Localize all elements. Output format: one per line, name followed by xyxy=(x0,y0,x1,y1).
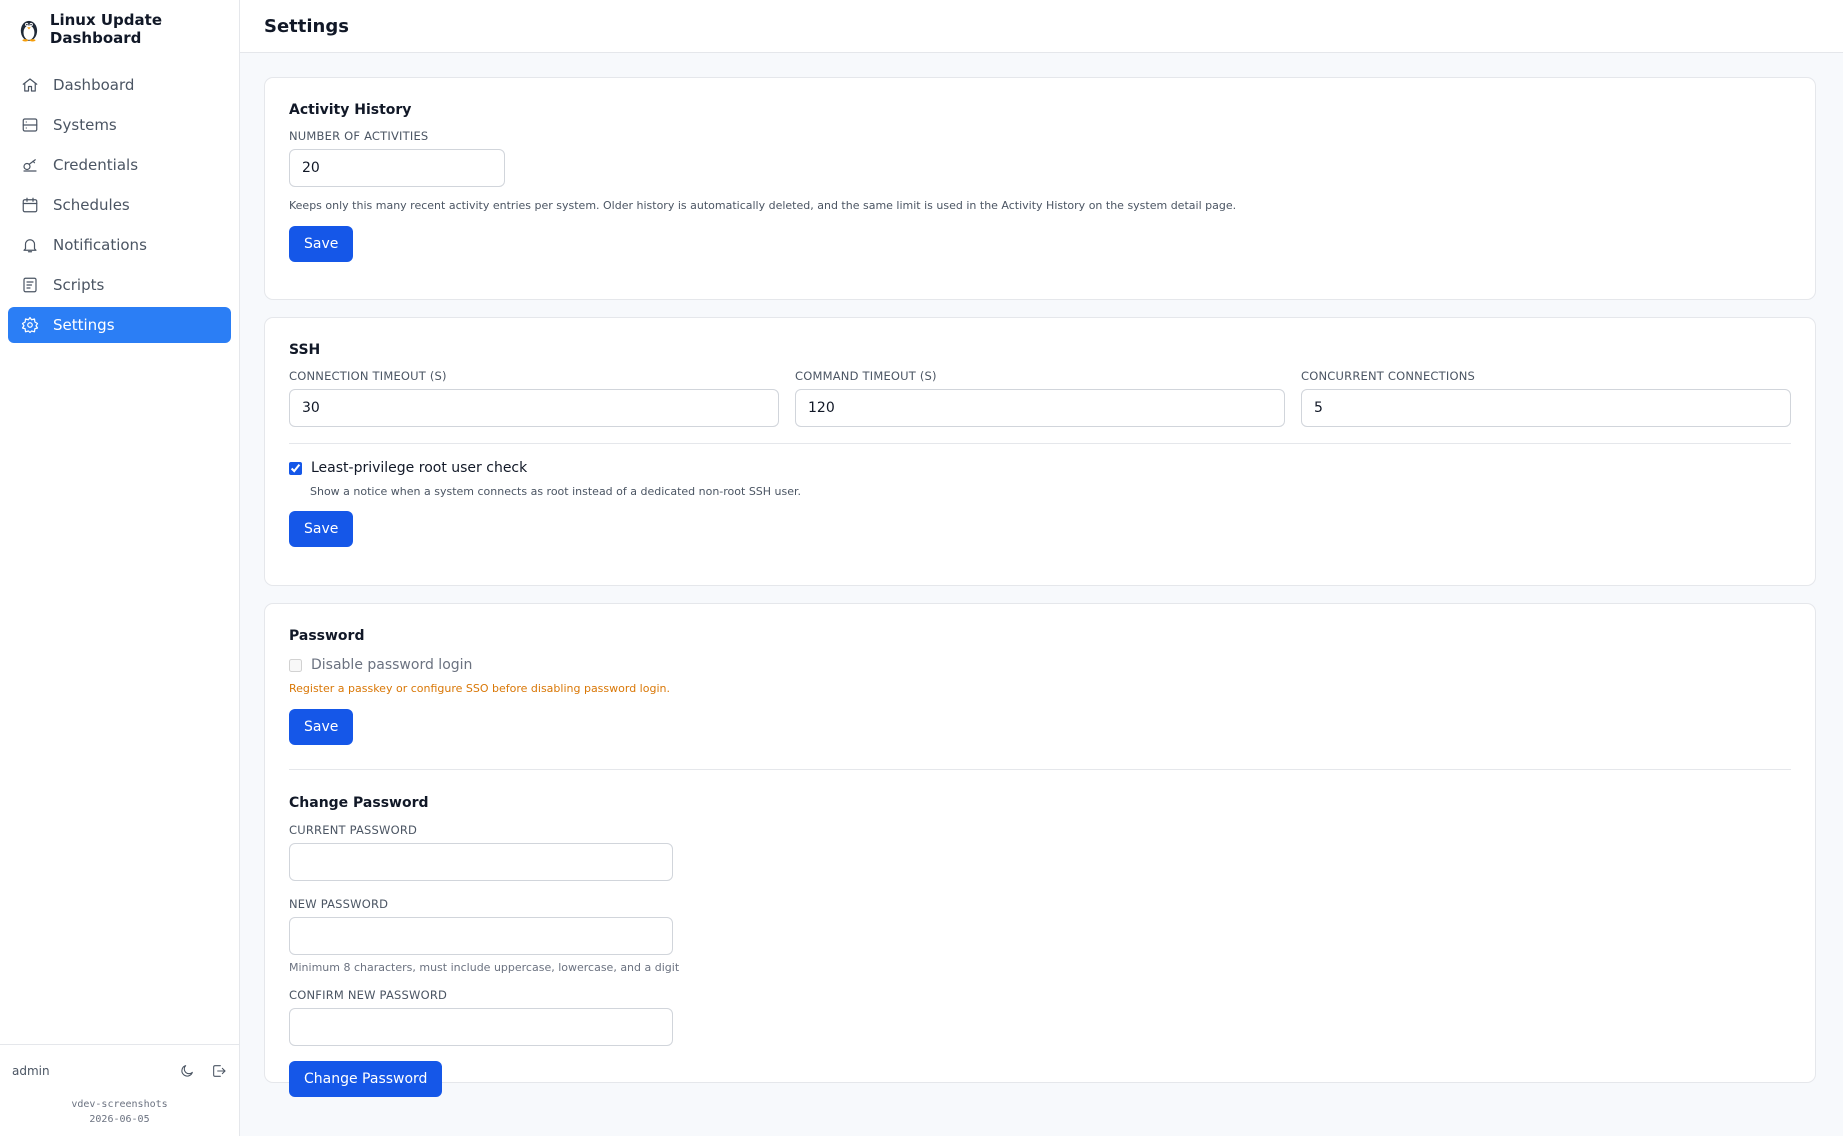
new-password-label: NEW PASSWORD xyxy=(289,897,389,911)
password-warning: Register a passkey or configure SSO befo… xyxy=(289,682,670,695)
bell-icon xyxy=(23,239,37,253)
activity-history-title: Activity History xyxy=(289,102,412,118)
concurrent-connections-label: CONCURRENT CONNECTIONS xyxy=(1301,369,1476,383)
change-password-title: Change Password xyxy=(289,795,429,811)
ssh-divider xyxy=(289,443,1791,444)
disable-password-row: Disable password login xyxy=(289,657,1791,673)
disable-password-checkbox[interactable] xyxy=(289,658,302,672)
sidebar-item-label: Notifications xyxy=(53,236,147,254)
settings-content: Activity History NUMBER OF ACTIVITIES Ke… xyxy=(264,77,1816,1100)
sidebar-item-credentials[interactable]: Credentials xyxy=(8,147,231,183)
app-title: Linux Update Dashboard xyxy=(49,11,162,47)
activity-count-label: NUMBER OF ACTIVITIES xyxy=(289,129,429,143)
username: admin xyxy=(12,1064,50,1078)
confirm-password-input[interactable] xyxy=(289,1008,673,1046)
change-password-button[interactable]: Change Password xyxy=(289,1061,443,1097)
sidebar-item-scripts[interactable]: Scripts xyxy=(8,267,231,303)
ssh-title: SSH xyxy=(289,342,321,358)
root-check-row: Least-privilege root user check xyxy=(289,460,1791,476)
sidebar-item-notifications[interactable]: Notifications xyxy=(8,227,231,263)
password-title: Password xyxy=(289,628,365,644)
user-row: admin xyxy=(0,1045,239,1097)
sidebar-item-label: Schedules xyxy=(53,196,130,214)
concurrent-connections-input[interactable] xyxy=(1301,389,1791,427)
calendar-icon xyxy=(22,197,38,213)
gear-icon xyxy=(21,316,39,334)
sidebar-item-systems[interactable]: Systems xyxy=(8,107,231,143)
connection-timeout-input[interactable] xyxy=(289,389,779,427)
current-password-label: CURRENT PASSWORD xyxy=(289,823,418,837)
home-icon xyxy=(22,78,38,92)
new-password-hint: Minimum 8 characters, must include upper… xyxy=(289,961,680,974)
new-password-input[interactable] xyxy=(289,917,673,955)
activity-save-button[interactable]: Save xyxy=(289,226,354,262)
build-name: vdev-screenshots xyxy=(71,1099,168,1110)
password-divider xyxy=(289,769,1791,770)
confirm-password-label: CONFIRM NEW PASSWORD xyxy=(289,988,448,1002)
topbar: Settings xyxy=(240,0,1843,53)
server-icon xyxy=(22,118,38,132)
password-card: Password Disable password login Register… xyxy=(264,603,1816,1097)
root-check-checkbox[interactable] xyxy=(289,461,302,475)
key-icon xyxy=(23,159,37,172)
sidebar-item-dashboard[interactable]: Dashboard xyxy=(8,67,231,103)
page-title: Settings xyxy=(264,15,349,37)
sidebar-item-label: Credentials xyxy=(53,156,139,174)
activity-history-card: Activity History NUMBER OF ACTIVITIES Ke… xyxy=(264,77,1816,300)
sidebar-item-settings[interactable]: Settings xyxy=(8,307,231,343)
logout-icon[interactable] xyxy=(211,1063,227,1079)
sidebar-item-label: Systems xyxy=(53,116,117,134)
file-text-icon xyxy=(23,277,37,293)
command-timeout-label: COMMAND TIMEOUT (S) xyxy=(795,369,937,383)
sidebar-item-schedules[interactable]: Schedules xyxy=(8,187,231,223)
brand[interactable]: Linux Update Dashboard xyxy=(0,0,239,58)
build-date: 2026-06-05 xyxy=(89,1114,150,1125)
connection-timeout-label: CONNECTION TIMEOUT (S) xyxy=(289,369,447,383)
activity-count-input[interactable] xyxy=(289,149,505,187)
ssh-fields: CONNECTION TIMEOUT (S) COMMAND TIMEOUT (… xyxy=(289,369,1791,427)
disable-password-label[interactable]: Disable password login xyxy=(311,657,472,673)
build-info: vdev-screenshots 2026-06-05 xyxy=(0,1097,239,1127)
root-check-label[interactable]: Least-privilege root user check xyxy=(311,460,527,476)
sidebar-item-label: Scripts xyxy=(53,276,105,294)
sidebar-footer: admin vdev-screenshots 2026-06-05 xyxy=(0,1044,239,1136)
sidebar-nav: Dashboard Systems Credentials Schedules … xyxy=(0,67,239,343)
command-timeout-input[interactable] xyxy=(795,389,1285,427)
ssh-save-button[interactable]: Save xyxy=(289,511,354,547)
moon-icon[interactable] xyxy=(179,1063,195,1079)
password-save-button[interactable]: Save xyxy=(289,709,354,745)
root-check-hint: Show a notice when a system connects as … xyxy=(310,485,802,498)
sidebar: Linux Update Dashboard Dashboard Systems… xyxy=(0,0,240,1136)
current-password-input[interactable] xyxy=(289,843,673,881)
activity-hint: Keeps only this many recent activity ent… xyxy=(289,199,1237,212)
ssh-card: SSH CONNECTION TIMEOUT (S) COMMAND TIMEO… xyxy=(264,317,1816,586)
penguin-logo-icon xyxy=(20,20,38,42)
sidebar-item-label: Settings xyxy=(53,316,115,334)
sidebar-item-label: Dashboard xyxy=(53,76,135,94)
